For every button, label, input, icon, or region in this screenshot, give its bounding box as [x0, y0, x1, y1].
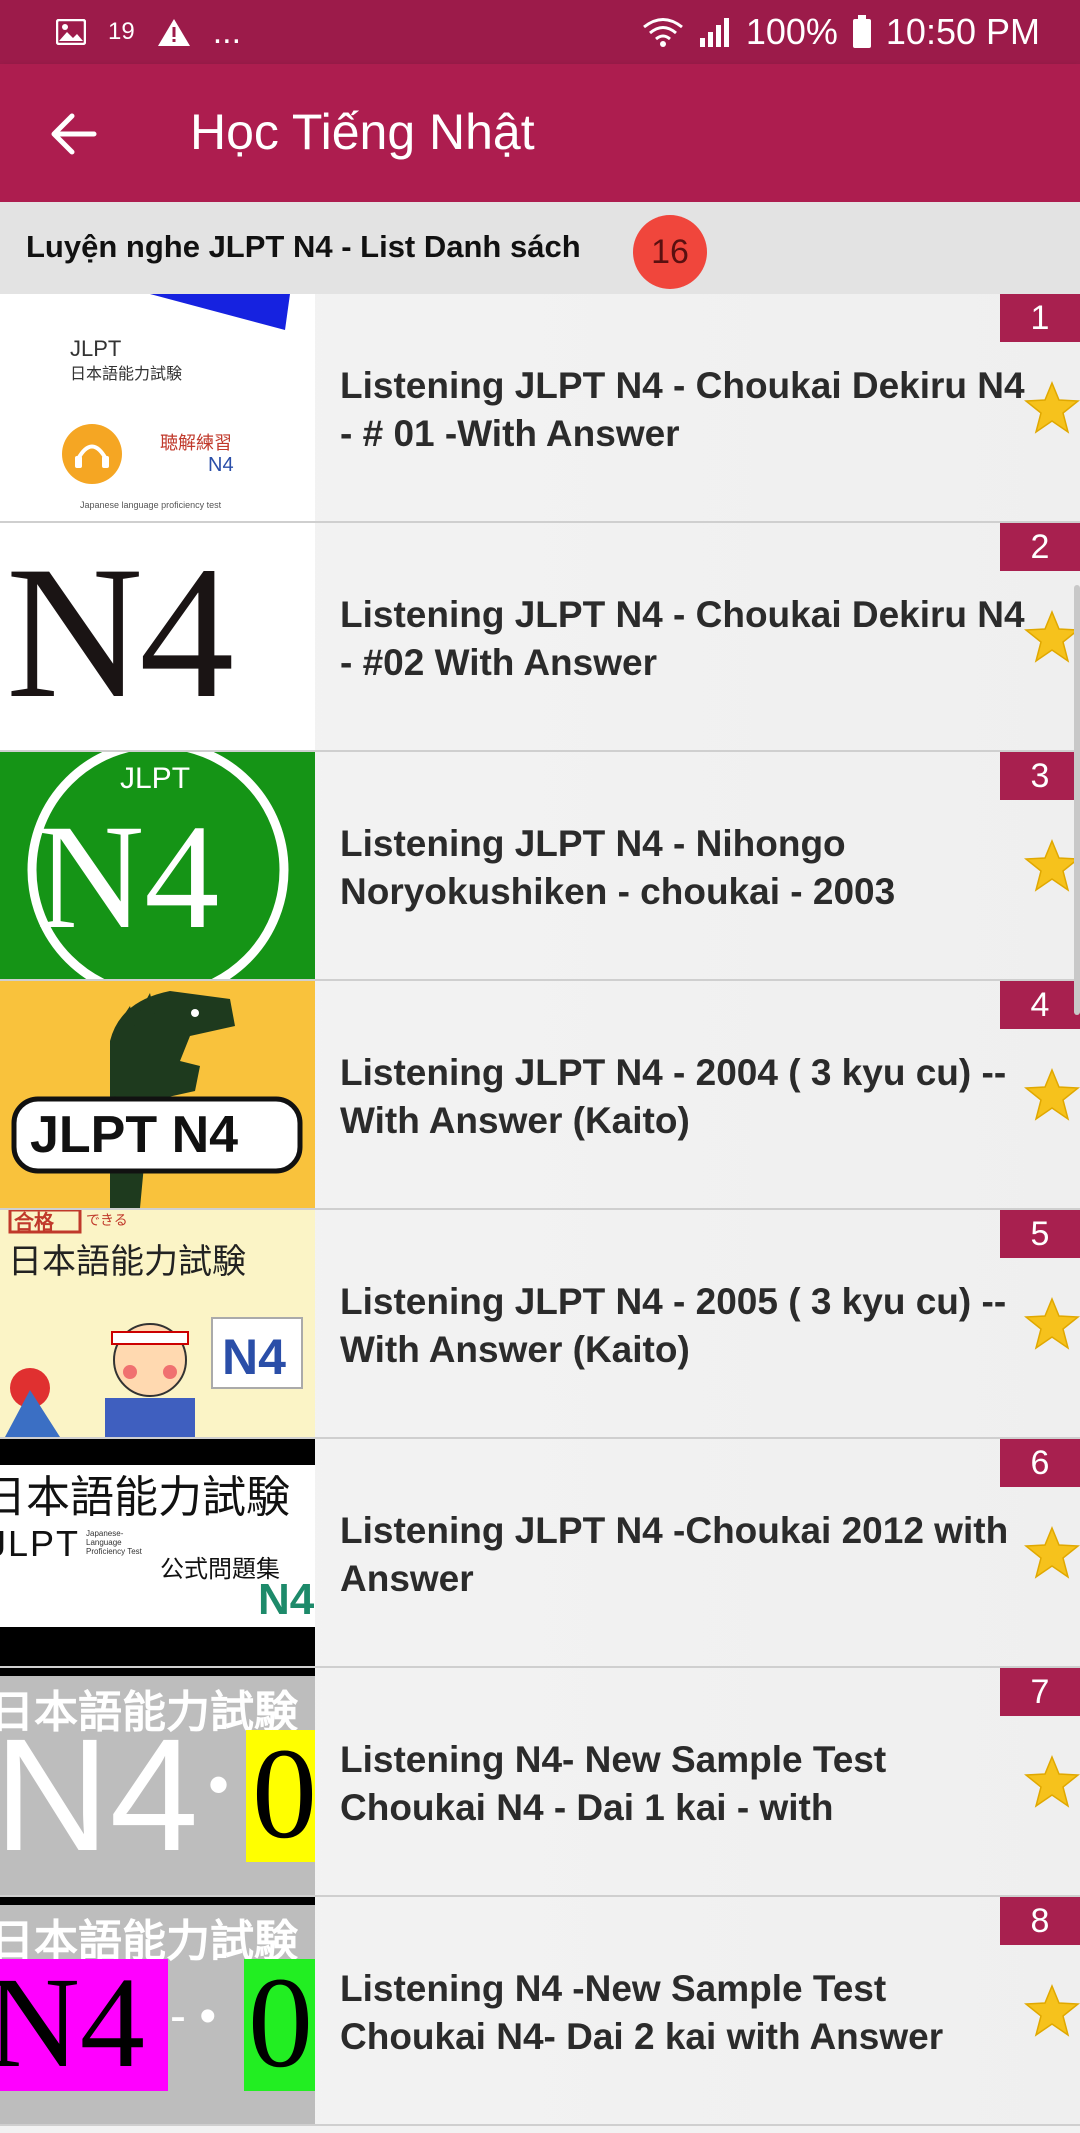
item-number: 3	[1000, 752, 1080, 800]
lesson-list: JLPT 日本語能力試験 聴解練習 N4 Japanese language p…	[0, 294, 1080, 2126]
item-number: 1	[1000, 294, 1080, 342]
battery-icon	[852, 15, 872, 49]
thumb-text-jlpt: JLPT	[0, 1523, 81, 1564]
item-number: 6	[1000, 1439, 1080, 1487]
thumb-text-pass: 合格	[14, 1212, 54, 1234]
star-icon[interactable]	[1023, 609, 1080, 665]
app-bar: Học Tiếng Nhật	[0, 64, 1080, 202]
status-ellipsis: ...	[212, 12, 242, 51]
thumb-text-num: 0	[252, 1722, 315, 1866]
thumbnail-image: 合格 できる 日本語能力試験 N4	[0, 1210, 315, 1437]
scrollbar[interactable]	[1074, 585, 1080, 1015]
thumb-text-n4: N4	[0, 1951, 145, 2095]
page-title: Học Tiếng Nhật	[190, 104, 535, 160]
thumb-text-dot: •	[208, 1751, 230, 1818]
star-icon[interactable]	[1023, 1296, 1080, 1352]
item-number: 2	[1000, 523, 1080, 571]
item-number: 4	[1000, 981, 1080, 1029]
thumb-text-can: できる	[86, 1212, 128, 1228]
list-item[interactable]: JLPT 日本語能力試験 聴解練習 N4 Japanese language p…	[0, 294, 1080, 523]
thumbnail-image: 日本語能力試験 N4 • 0	[0, 1668, 315, 1895]
thumb-text-small: Japanese-Language Proficiency Test	[86, 1529, 142, 1556]
thumb-text-n4: N4	[208, 454, 234, 476]
thumb-text-n4: N4	[258, 1575, 315, 1624]
section-label: Luyện nghe JLPT N4 - List Danh sách	[26, 229, 581, 264]
arrow-left-icon[interactable]	[48, 108, 100, 160]
section-header: Luyện nghe JLPT N4 - List Danh sách	[0, 202, 1080, 294]
list-item[interactable]: 合格 できる 日本語能力試験 N4 Listening JLPT N4 - 20…	[0, 1210, 1080, 1439]
thumb-border	[0, 1668, 315, 1676]
list-item[interactable]: 日本語能力試験 N4 - • 02 Listening N4 -New Samp…	[0, 1897, 1080, 2126]
thumb-text-n4: N4	[0, 1705, 199, 1884]
item-title: Listening N4- New Sample Test Choukai N4…	[340, 1739, 887, 1828]
item-number: 7	[1000, 1668, 1080, 1716]
battery-percent: 100%	[745, 11, 838, 52]
thumb-text-jlpt-n4: JLPT N4	[30, 1106, 239, 1164]
thumbnail-image: 日本語能力試験 N4 - • 02	[0, 1897, 315, 2124]
item-number: 8	[1000, 1897, 1080, 1945]
thumb-text-n4: N4	[222, 1329, 286, 1385]
item-title: Listening JLPT N4 - 2005 ( 3 kyu cu) --W…	[340, 1281, 1007, 1370]
thumb-text-subtitle: 日本語能力試験	[70, 366, 183, 383]
thumb-text-dot: - •	[170, 1990, 217, 2043]
wifi-icon	[642, 16, 684, 48]
status-bar: 19 ... 100% 10:50 PM	[0, 0, 1080, 64]
thumb-text-red: 聴解練習	[160, 433, 232, 453]
item-title: Listening N4 -New Sample Test Choukai N4…	[340, 1968, 944, 2057]
thumbnail-image: JLPT 日本語能力試験 聴解練習 N4 Japanese language p…	[0, 294, 315, 521]
status-temp: 19	[108, 18, 135, 45]
list-item[interactable]: 日本語能力試験 N4 • 0 Listening N4- New Sample …	[0, 1668, 1080, 1897]
star-icon[interactable]	[1023, 380, 1080, 436]
thumb-text-jlpt: JLPT	[70, 336, 122, 361]
item-title: Listening JLPT N4 - 2004 ( 3 kyu cu) --W…	[340, 1052, 1007, 1141]
status-time: 10:50 PM	[885, 11, 1040, 52]
item-title: Listening JLPT N4 - Choukai Dekiru N4 - …	[340, 365, 1025, 454]
thumb-text-n4: N4	[36, 794, 220, 960]
star-icon[interactable]	[1023, 1067, 1080, 1123]
thumb-text-jlpt: JLPT	[120, 762, 191, 795]
thumb-text-n4: N4	[6, 528, 234, 738]
item-title: Listening JLPT N4 - Nihongo Noryokushike…	[340, 823, 896, 912]
list-item[interactable]: JLPT N4 Listening JLPT N4 - 2004 ( 3 kyu…	[0, 981, 1080, 1210]
signal-icon	[698, 16, 732, 48]
alert-icon	[157, 17, 191, 47]
count-badge: 16	[633, 215, 707, 289]
thumbnail-image: JLPT N4	[0, 981, 315, 1208]
thumbnail-image: 日本語能力試験 JLPT Japanese-Language Proficien…	[0, 1439, 315, 1666]
thumb-text-title: 日本語能力試験	[8, 1243, 246, 1281]
item-title: Listening JLPT N4 -Choukai 2012 with Ans…	[340, 1510, 1009, 1599]
thumb-text-footer: Japanese language proficiency test	[80, 500, 222, 510]
star-icon[interactable]	[1023, 1983, 1080, 2039]
thumb-text-num: 02	[248, 1951, 315, 2095]
list-item[interactable]: N4 Listening JLPT N4 - Choukai Dekiru N4…	[0, 523, 1080, 752]
star-icon[interactable]	[1023, 838, 1080, 894]
list-item[interactable]: JLPT N4 Listening JLPT N4 - Nihongo Nory…	[0, 752, 1080, 981]
item-number: 5	[1000, 1210, 1080, 1258]
thumb-border	[0, 1897, 315, 1905]
thumbnail-image: JLPT N4	[0, 752, 315, 979]
thumbnail-image: N4	[0, 523, 315, 750]
item-title: Listening JLPT N4 - Choukai Dekiru N4 - …	[340, 594, 1025, 683]
list-item[interactable]: 日本語能力試験 JLPT Japanese-Language Proficien…	[0, 1439, 1080, 1668]
image-icon	[56, 19, 86, 45]
thumb-text-title: 日本語能力試験	[0, 1473, 290, 1522]
star-icon[interactable]	[1023, 1525, 1080, 1581]
star-icon[interactable]	[1023, 1754, 1080, 1810]
